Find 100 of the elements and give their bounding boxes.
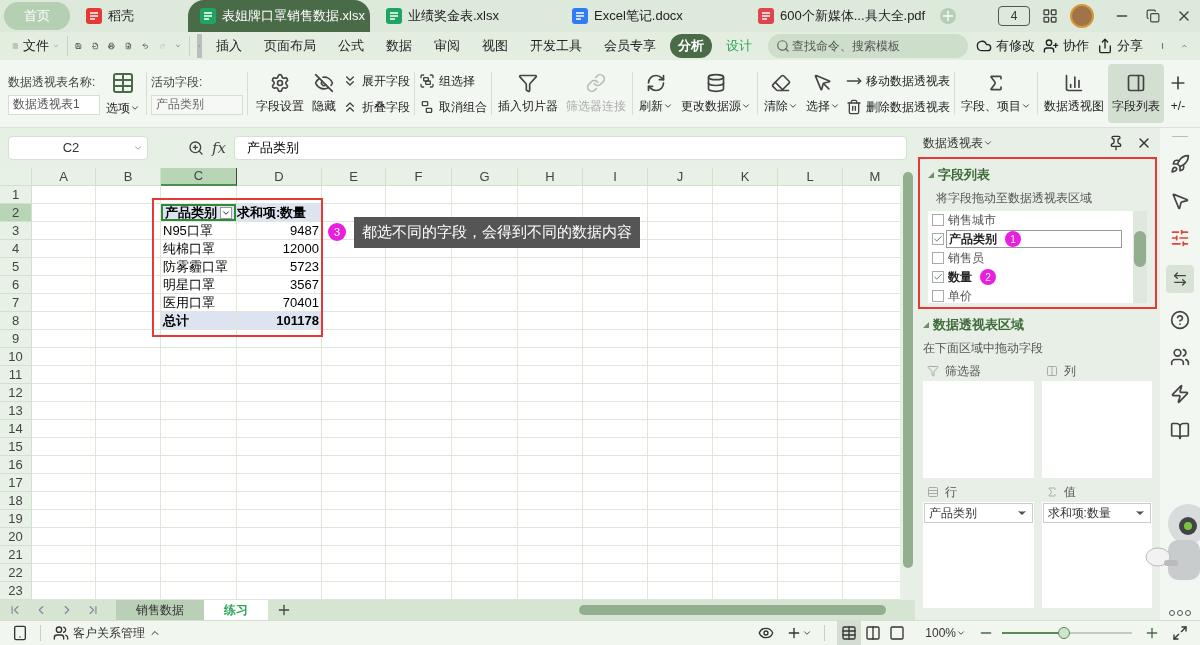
- ribbon-small-button[interactable]: 移动数据透视表: [846, 71, 950, 90]
- options-button[interactable]: 选项: [104, 60, 142, 127]
- toolbar-action[interactable]: 分享: [1096, 36, 1143, 56]
- document-tab[interactable]: 表姐牌口罩销售数据.xlsx: [188, 0, 370, 32]
- checkbox[interactable]: [932, 214, 944, 226]
- row-header[interactable]: 21: [0, 546, 32, 564]
- checkbox[interactable]: [932, 271, 944, 283]
- restore-icon[interactable]: [1146, 9, 1160, 23]
- ribbon-small-button[interactable]: 折叠字段: [342, 97, 410, 116]
- field-item[interactable]: 销售员: [946, 249, 986, 267]
- help-icon[interactable]: [1170, 310, 1190, 330]
- pivot-header-cell[interactable]: 产品类别: [161, 204, 236, 221]
- people-icon[interactable]: [1170, 347, 1190, 367]
- ribbon-button[interactable]: 插入切片器: [494, 64, 562, 123]
- row-header[interactable]: 4: [0, 240, 32, 258]
- first-sheet-icon[interactable]: [8, 603, 22, 617]
- ribbon-button[interactable]: 隐藏: [308, 64, 340, 123]
- add-sheet-icon[interactable]: [276, 602, 292, 618]
- row-header[interactable]: 20: [0, 528, 32, 546]
- view-button[interactable]: [837, 621, 862, 645]
- row-header[interactable]: 12: [0, 384, 32, 402]
- ribbon-button[interactable]: 刷新: [635, 64, 677, 123]
- row-header[interactable]: 6: [0, 276, 32, 294]
- row-header[interactable]: 7: [0, 294, 32, 312]
- section-title[interactable]: 字段列表: [928, 165, 1147, 185]
- name-field[interactable]: 数据透视表1: [8, 94, 100, 115]
- ribbon-small-button[interactable]: 取消组合: [419, 97, 487, 116]
- checkbox[interactable]: [932, 290, 944, 302]
- ribbon-button[interactable]: 字段设置: [252, 64, 308, 123]
- row-header[interactable]: 5: [0, 258, 32, 276]
- fullscreen-icon[interactable]: [1172, 625, 1188, 641]
- last-sheet-icon[interactable]: [86, 603, 100, 617]
- ribbon-button[interactable]: 更改数据源: [677, 64, 755, 123]
- ribbon-small-button[interactable]: 组选择: [419, 71, 487, 90]
- name-box[interactable]: C2: [8, 136, 148, 160]
- row-header[interactable]: 11: [0, 366, 32, 384]
- ribbon-small-button[interactable]: 删除数据透视表: [846, 97, 950, 116]
- menu-tab[interactable]: 开发工具: [521, 34, 590, 58]
- field-item[interactable]: 单价: [946, 287, 974, 303]
- row-header[interactable]: 16: [0, 456, 32, 474]
- menu-tab[interactable]: 数据: [377, 34, 420, 58]
- cursor-icon[interactable]: [1170, 191, 1190, 211]
- area-field[interactable]: 产品类别: [924, 502, 1033, 523]
- ribbon-button[interactable]: 字段、项目: [957, 64, 1035, 123]
- toolbar-action[interactable]: 协作: [1042, 36, 1089, 56]
- row-header[interactable]: 2: [0, 204, 32, 222]
- search-field[interactable]: 查找命令、搜索模板: [767, 34, 968, 58]
- field-item[interactable]: 销售城市: [946, 211, 998, 229]
- row-header[interactable]: 19: [0, 510, 32, 528]
- filter-dropdown-icon[interactable]: [220, 206, 232, 219]
- menu-tab[interactable]: 插入: [207, 34, 250, 58]
- row-header[interactable]: 8: [0, 312, 32, 330]
- eye-icon[interactable]: [758, 625, 775, 641]
- zoom-level[interactable]: 100%: [925, 624, 966, 642]
- caret-icon[interactable]: [802, 628, 813, 638]
- document-tab[interactable]: 600个新媒体...具大全.pdf: [746, 0, 928, 32]
- document-tab[interactable]: 业绩奖金表.xlsx: [374, 0, 556, 32]
- ribbon-button[interactable]: 清除: [760, 64, 802, 123]
- lightning-icon[interactable]: [1170, 384, 1190, 404]
- row-header[interactable]: 17: [0, 474, 32, 492]
- file-menu[interactable]: 文件: [22, 36, 49, 56]
- formula-field[interactable]: 产品类别: [234, 136, 907, 160]
- row-header[interactable]: 15: [0, 438, 32, 456]
- drop-area[interactable]: 求和项:数量: [1041, 501, 1152, 608]
- checkbox[interactable]: [932, 252, 944, 264]
- device-count[interactable]: 4: [998, 6, 1030, 26]
- rocket-icon[interactable]: [1170, 154, 1190, 174]
- avatar[interactable]: [1070, 4, 1094, 28]
- app-menu[interactable]: 客户关系管理: [73, 624, 145, 642]
- row-header[interactable]: 9: [0, 330, 32, 348]
- column-header[interactable]: C: [161, 168, 237, 186]
- book-icon[interactable]: [1170, 421, 1190, 441]
- row-header[interactable]: 3: [0, 222, 32, 240]
- toolbar-action[interactable]: 有修改: [975, 36, 1035, 56]
- row-header[interactable]: 22: [0, 564, 32, 582]
- row-header[interactable]: 18: [0, 492, 32, 510]
- ribbon-button[interactable]: +/-: [1164, 64, 1192, 123]
- zoom-icon[interactable]: [188, 140, 204, 156]
- row-header[interactable]: 1: [0, 186, 32, 204]
- sliders-icon[interactable]: [1170, 228, 1190, 248]
- checkbox[interactable]: [932, 233, 944, 245]
- row-header[interactable]: 10: [0, 348, 32, 366]
- menu-tab[interactable]: 公式: [329, 34, 372, 58]
- zoom-slider-thumb[interactable]: [1058, 627, 1071, 639]
- sheet-tab[interactable]: 销售数据: [116, 600, 204, 620]
- pin-icon[interactable]: [1108, 134, 1124, 151]
- active-field[interactable]: 产品类别: [151, 94, 243, 115]
- row-header[interactable]: 14: [0, 420, 32, 438]
- ribbon-button[interactable]: 选择: [802, 64, 844, 123]
- field-item[interactable]: 数量 2: [946, 268, 998, 286]
- menu-tab[interactable]: 分析: [669, 34, 712, 58]
- menu-tab[interactable]: 会员专享: [595, 34, 664, 58]
- function-label[interactable]: fx: [212, 136, 226, 160]
- ribbon-button[interactable]: 数据透视图: [1040, 64, 1108, 123]
- section-title[interactable]: 数据透视表区域: [923, 315, 1160, 335]
- pane-title[interactable]: 数据透视表: [923, 133, 983, 152]
- area-field[interactable]: 求和项:数量: [1042, 502, 1151, 523]
- row-header[interactable]: 13: [0, 402, 32, 420]
- document-tab[interactable]: 稻壳: [74, 0, 184, 32]
- menu-tab[interactable]: 视图: [473, 34, 516, 58]
